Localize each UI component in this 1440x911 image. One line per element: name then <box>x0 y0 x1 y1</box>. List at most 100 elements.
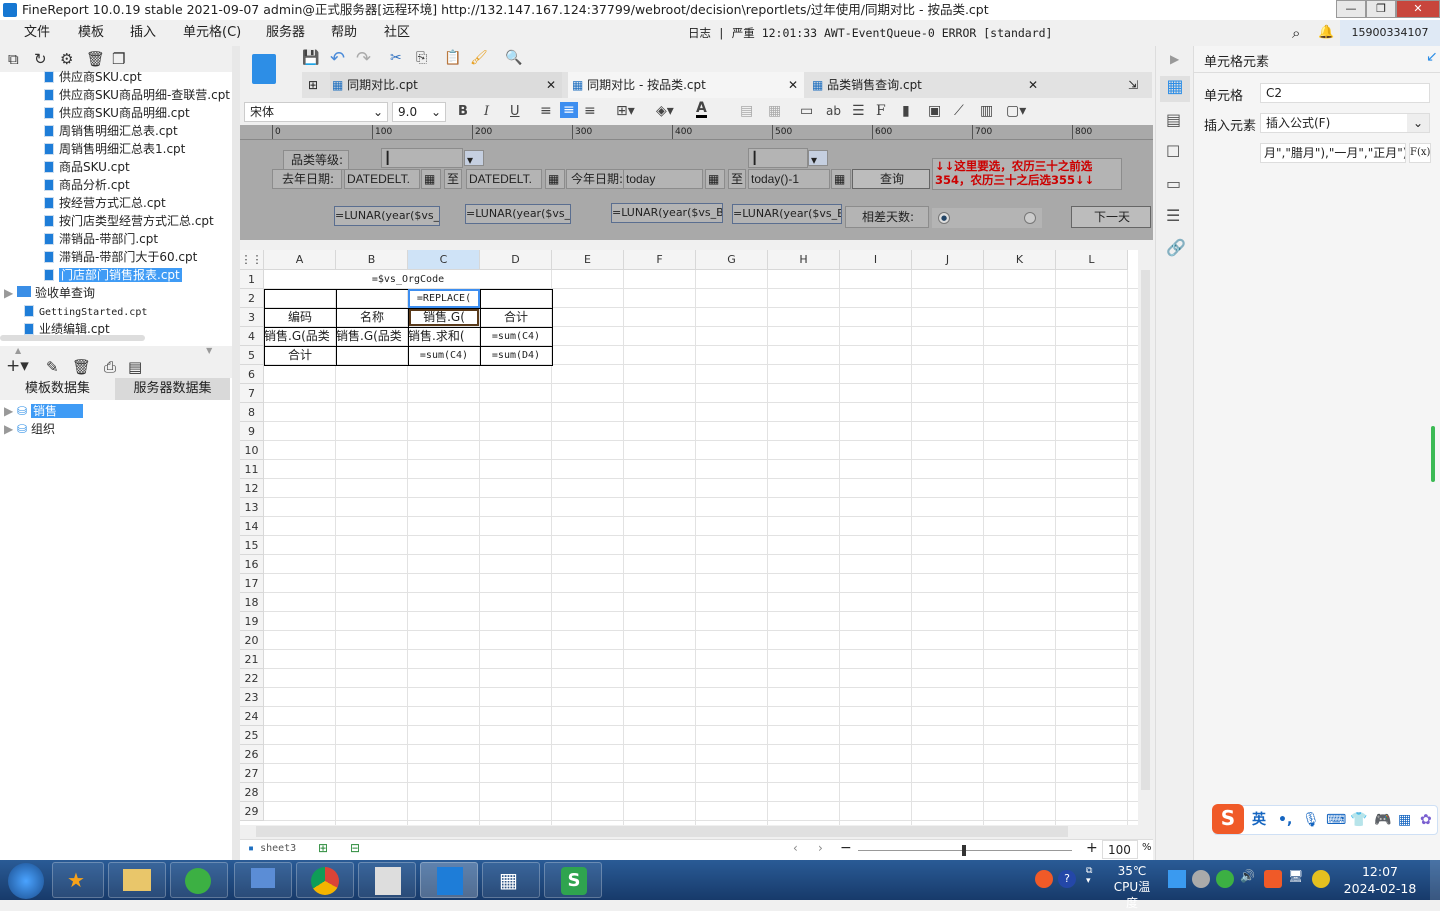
align-center-icon[interactable]: ≡ <box>560 102 578 118</box>
tree-file[interactable]: 按门店类型经营方式汇总.cpt <box>44 212 214 230</box>
bell-icon[interactable]: 🔔 <box>1318 20 1334 46</box>
redo-icon[interactable]: ↷ <box>356 48 371 69</box>
insert-element-select[interactable]: 插入公式(F) ⌄ <box>1260 113 1430 133</box>
hidden-param-input[interactable]: ┃ <box>748 148 808 168</box>
insert-chart-icon[interactable]: ▮ <box>902 103 910 119</box>
align-left-icon[interactable]: ≡ <box>540 103 552 119</box>
tree-file[interactable]: 滞销品-带部门大于60.cpt <box>44 248 197 266</box>
preview-icon[interactable] <box>252 54 276 84</box>
insert-image-icon[interactable]: ▣ <box>928 103 941 119</box>
column-header[interactable]: G <box>696 250 768 270</box>
taskbar-app-qr[interactable]: ▦ <box>482 862 540 898</box>
row-header[interactable]: 7 <box>240 384 264 403</box>
row-header[interactable]: 20 <box>240 631 264 650</box>
row-header[interactable]: 3 <box>240 308 264 327</box>
sheet-prev-icon[interactable]: ‹ <box>793 841 798 855</box>
edit-icon[interactable]: ✎ <box>46 359 62 375</box>
tab-template-active[interactable]: ▦ 同期对比 - 按品类.cpt ✕ <box>568 72 804 98</box>
tree-file[interactable]: 商品SKU.cpt <box>44 158 130 176</box>
tab-template[interactable]: ▦ 同期对比.cpt ✕ <box>330 72 562 98</box>
insert-float-icon[interactable]: ▢▾ <box>1006 103 1026 119</box>
cell-c3[interactable]: 销售.G( <box>408 308 480 327</box>
refresh-icon[interactable]: ↻ <box>34 51 50 67</box>
merge-icon[interactable]: ▤ <box>740 103 753 119</box>
italic-icon[interactable]: I <box>484 104 489 119</box>
cell-b3[interactable]: 名称 <box>336 308 408 327</box>
close-tab-icon[interactable]: ✕ <box>546 72 556 98</box>
sogou-logo-icon[interactable]: S <box>1212 804 1244 834</box>
cell-c2[interactable]: =REPLACE( <box>408 289 480 308</box>
tree-file[interactable]: 周销售明细汇总表1.cpt <box>44 140 185 158</box>
this-year-end-date[interactable]: today()-1 <box>748 169 830 189</box>
tree-file[interactable]: 供应商SKU商品明细.cpt <box>44 104 190 122</box>
game-icon[interactable]: 🎮 <box>1374 806 1391 834</box>
row-header[interactable]: 25 <box>240 726 264 745</box>
query-button[interactable]: 查询 <box>852 169 930 189</box>
dataset-item[interactable]: ▶ ⛁ 销售 <box>4 402 83 420</box>
close-tab-icon[interactable]: ✕ <box>788 72 798 98</box>
sogou-tray-icon[interactable] <box>1035 870 1053 888</box>
row-header[interactable]: 28 <box>240 783 264 802</box>
collapse-icon[interactable]: ▶ <box>1170 52 1179 66</box>
column-header[interactable]: F <box>624 250 696 270</box>
sheet-tab[interactable]: ▪ sheet3 <box>248 843 296 854</box>
insert-text-icon[interactable]: ▭ <box>800 103 813 119</box>
insert-richtext-icon[interactable]: ab <box>826 104 841 118</box>
dataset-settings-icon[interactable]: ▤ <box>128 359 144 375</box>
pin-icon[interactable]: ↙ <box>1426 49 1438 65</box>
log-status[interactable]: 日志 | 严重 12:01:33 AWT-EventQueue-0 ERROR … <box>688 20 1052 46</box>
windows-grid-tray-icon[interactable] <box>1168 870 1186 888</box>
side-scroll-indicator[interactable] <box>1431 426 1435 482</box>
show-desktop-button[interactable] <box>1430 860 1440 900</box>
widget-icon[interactable]: ▭ <box>1166 174 1181 193</box>
app-tray-icon[interactable] <box>1264 870 1282 888</box>
zoom-in-icon[interactable]: + <box>1086 840 1098 856</box>
tab-list-icon[interactable]: ⇲ <box>1128 72 1138 98</box>
zoom-slider[interactable] <box>858 845 1072 856</box>
delete-icon[interactable]: 🗑 <box>72 359 91 375</box>
unmerge-icon[interactable]: ▦ <box>768 103 781 119</box>
row-header[interactable]: 5 <box>240 346 264 365</box>
insert-formula-icon[interactable]: F <box>876 103 886 119</box>
dataset-item[interactable]: ▶ ⛁ 组织 <box>4 420 55 438</box>
align-right-icon[interactable]: ≡ <box>584 103 596 119</box>
cell-c5[interactable]: =sum(C4) <box>408 346 480 365</box>
taskbar-app-favorites[interactable]: ★ <box>52 862 104 898</box>
ime-punctuation[interactable]: •, <box>1278 806 1292 834</box>
taskbar-app-chrome[interactable] <box>296 862 354 898</box>
last-year-end-date[interactable]: DATEDELT. <box>466 169 542 189</box>
column-header[interactable]: L <box>1056 250 1128 270</box>
font-family-select[interactable]: 宋体 ⌄ <box>244 102 388 122</box>
microphone-icon[interactable]: 🎙 <box>1302 806 1320 834</box>
row-header[interactable]: 21 <box>240 650 264 669</box>
cell-name-input[interactable]: C2 <box>1260 83 1430 103</box>
tree-file[interactable]: 供应商SKU.cpt <box>44 68 142 86</box>
cell-element-icon[interactable]: ▦ <box>1160 76 1190 102</box>
row-header[interactable]: 29 <box>240 802 264 821</box>
keyboard-icon[interactable]: ⌨ <box>1326 806 1346 834</box>
row-header[interactable]: 16 <box>240 555 264 574</box>
vertical-scrollbar[interactable] <box>1138 250 1153 825</box>
hyperlink-icon[interactable]: 🔗 <box>1166 238 1186 257</box>
row-header[interactable]: 9 <box>240 422 264 441</box>
row-header[interactable]: 22 <box>240 669 264 688</box>
border-icon[interactable]: ☐ <box>1166 142 1180 161</box>
save-icon[interactable]: 💾 <box>302 50 319 66</box>
radio-354[interactable]: ● <box>938 212 950 224</box>
lunar-formula-field[interactable]: =LUNAR(year($vs_En <box>465 204 571 224</box>
menu-file[interactable]: 文件 <box>24 20 50 46</box>
condition-icon[interactable]: ☰ <box>1166 206 1180 225</box>
menu-insert[interactable]: 插入 <box>130 20 156 46</box>
column-header[interactable]: A <box>264 250 336 270</box>
tree-hscrollbar[interactable] <box>0 335 145 341</box>
network-connection-icon[interactable]: 🖥 <box>1288 869 1303 883</box>
tree-file[interactable]: GettingStarted.cpt <box>24 302 147 320</box>
row-header[interactable]: 18 <box>240 593 264 612</box>
row-header[interactable]: 10 <box>240 441 264 460</box>
row-header[interactable]: 14 <box>240 517 264 536</box>
column-header[interactable]: I <box>840 250 912 270</box>
row-header[interactable]: 17 <box>240 574 264 593</box>
minimize-button[interactable]: — <box>1336 0 1366 18</box>
row-header[interactable]: 1 <box>240 270 264 289</box>
dropdown-icon[interactable]: ▾ <box>464 150 484 166</box>
